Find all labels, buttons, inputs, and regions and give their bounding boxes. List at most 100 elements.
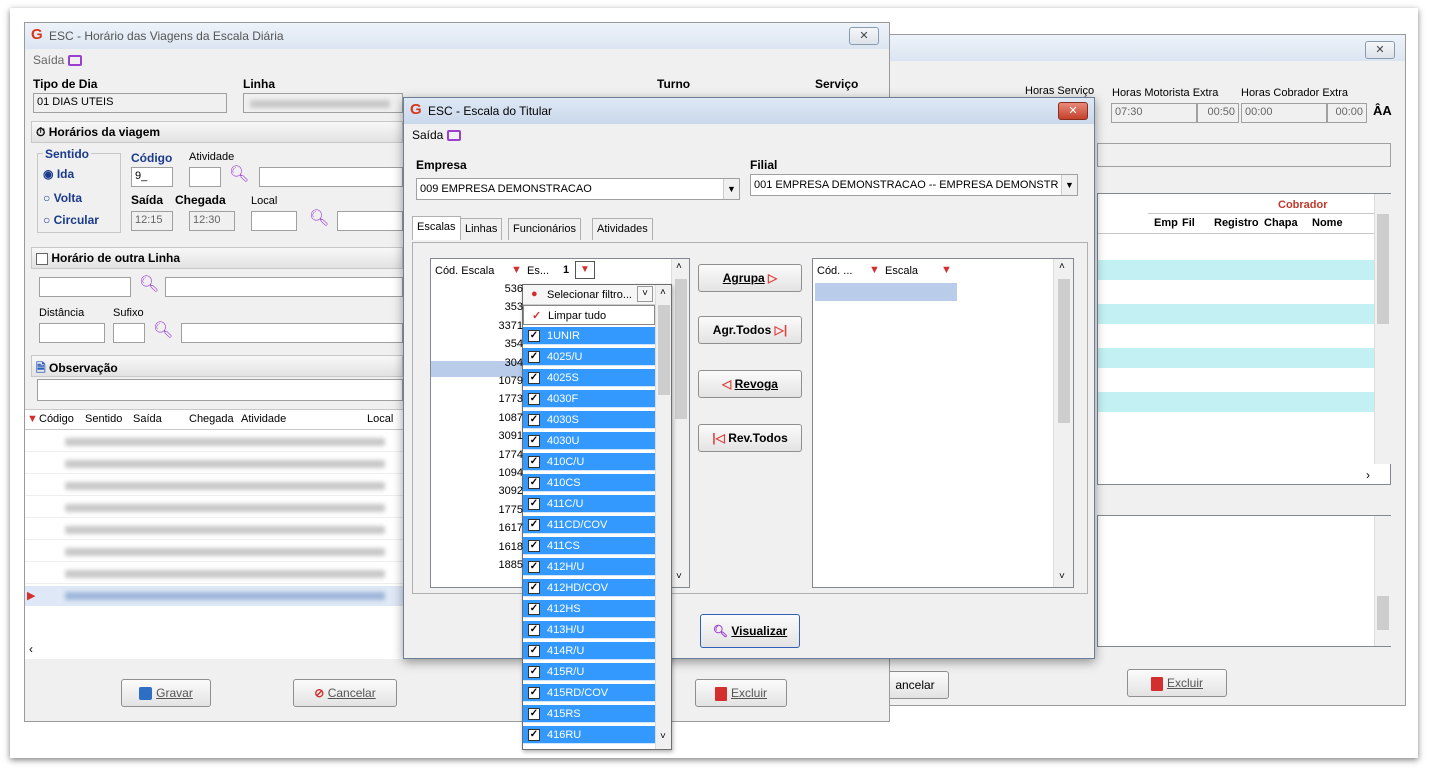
gravar-button[interactable]: Gravar xyxy=(121,679,211,707)
checkbox-checked-icon[interactable]: ✓ xyxy=(528,351,540,363)
col-cod[interactable]: Cód. ... xyxy=(817,265,852,277)
filter-item[interactable]: ✓ 411CS xyxy=(523,537,655,555)
checkbox-checked-icon[interactable]: ✓ xyxy=(528,435,540,447)
viagens-grid[interactable]: ▼ Código Sentido Saída Chegada Atividade… xyxy=(25,409,403,659)
filter-icon[interactable]: ▼ xyxy=(511,264,522,276)
filter-dropdown[interactable]: ● Selecionar filtro... ˅ ✓ Limpar tudo ✓… xyxy=(522,284,672,750)
tab-atividades[interactable]: Atividades xyxy=(592,218,653,240)
selected-escalas-list[interactable]: Cód. ... ▼ Escala ▼ ˄ ˅ xyxy=(812,258,1074,588)
sufixo-search-icon[interactable]: 🔍︎ xyxy=(153,323,173,339)
radio-volta[interactable]: ○ Volta xyxy=(43,191,82,205)
scroll-up-icon[interactable]: ˄ xyxy=(676,261,682,272)
atividade-search-icon[interactable]: 🔍︎ xyxy=(229,167,249,183)
chevron-down-icon[interactable]: ˅ xyxy=(637,286,653,302)
table-row[interactable] xyxy=(25,520,403,540)
col-es[interactable]: Es... xyxy=(527,265,549,277)
filter-item[interactable]: ✓ 410CS xyxy=(523,474,655,492)
tab-funcionarios[interactable]: Funcionários xyxy=(508,218,581,240)
outra-linha-checkbox[interactable] xyxy=(36,252,48,265)
col-escala[interactable]: Escala xyxy=(885,265,918,277)
filter-item[interactable]: ✓ 4025S xyxy=(523,369,655,387)
filter-dropdown-button[interactable]: ▼ xyxy=(575,261,595,279)
rev-todos-button[interactable]: |◁ Rev.Todos xyxy=(698,424,802,452)
sort-arrow-icon[interactable]: ▼ xyxy=(27,413,38,425)
selected-scrollbar[interactable]: ˄ ˅ xyxy=(1053,259,1073,587)
saida-field[interactable]: 12:15 xyxy=(131,211,173,231)
checkbox-checked-icon[interactable]: ✓ xyxy=(528,456,540,468)
observacao-field[interactable] xyxy=(37,379,403,401)
table-row[interactable] xyxy=(1098,304,1374,324)
visualizar-button[interactable]: 🔍︎ Visualizar xyxy=(700,614,800,648)
filter-item[interactable]: ✓ 415R/U xyxy=(523,663,655,681)
horas-motorista-field[interactable]: 07:30 xyxy=(1111,103,1197,123)
dropdown-scrollbar[interactable]: ˄ ˅ xyxy=(655,285,671,749)
table-row[interactable] xyxy=(25,454,403,474)
col-saida[interactable]: Saída xyxy=(133,413,162,425)
scroll-down-icon[interactable]: ˅ xyxy=(660,731,666,742)
escala-code[interactable]: 1618 xyxy=(471,541,523,553)
radio-circular[interactable]: ○ Circular xyxy=(43,213,99,227)
escalas-scrollbar[interactable]: ˄ ˅ xyxy=(671,259,689,587)
col-codigo[interactable]: Código xyxy=(39,413,74,425)
checkbox-checked-icon[interactable]: ✓ xyxy=(528,603,540,615)
table-row[interactable] xyxy=(1098,348,1374,368)
window-left-close-button[interactable]: ✕ xyxy=(849,27,879,45)
agr-todos-button[interactable]: Agr.Todos ▷| xyxy=(698,316,802,344)
escala-code[interactable]: 1087 xyxy=(471,412,523,424)
filter-item[interactable]: ✓ 411CD/COV xyxy=(523,516,655,534)
filter-item[interactable]: ✓ 4030S xyxy=(523,411,655,429)
escala-code[interactable]: 536 xyxy=(471,283,523,295)
filter-item[interactable]: ✓ 415RS xyxy=(523,705,655,723)
filter-item[interactable]: ✓ 412H/U xyxy=(523,558,655,576)
col-atividade[interactable]: Atividade xyxy=(241,413,286,425)
lower-scroll-thumb[interactable] xyxy=(1377,596,1389,630)
escala-code[interactable]: 1079 xyxy=(471,375,523,387)
checkbox-checked-icon[interactable]: ✓ xyxy=(528,414,540,426)
scroll-up-icon[interactable]: ˄ xyxy=(660,287,666,298)
revoga-button[interactable]: ◁ Revoga xyxy=(698,370,802,398)
table-row[interactable] xyxy=(1098,260,1374,280)
selected-empty-row[interactable] xyxy=(815,283,957,301)
filter-item[interactable]: ✓ 4030F xyxy=(523,390,655,408)
radio-ida[interactable]: ◉ Ida xyxy=(43,167,74,181)
selecionar-filtro-item[interactable]: ● Selecionar filtro... ˅ xyxy=(523,285,655,305)
sufixo-field[interactable] xyxy=(113,323,145,343)
empresa-select[interactable]: 009 EMPRESA DEMONSTRACAO ▼ xyxy=(416,178,740,200)
filter-item[interactable]: ✓ 412HD/COV xyxy=(523,579,655,597)
filter-item[interactable]: ✓ 414R/U xyxy=(523,642,655,660)
scroll-down-icon[interactable]: ˅ xyxy=(1059,571,1065,582)
table-row[interactable] xyxy=(25,498,403,518)
outra-linha-field[interactable] xyxy=(39,277,131,297)
scroll-right-icon[interactable]: › xyxy=(1366,468,1370,482)
table-row-selected[interactable]: ▶ xyxy=(25,586,403,606)
escala-code[interactable]: 1774 xyxy=(471,449,523,461)
filter-item[interactable]: ✓ 4030U xyxy=(523,432,655,450)
checkbox-checked-icon[interactable]: ✓ xyxy=(528,561,540,573)
checkbox-checked-icon[interactable]: ✓ xyxy=(528,708,540,720)
filter-item[interactable]: ✓ 410C/U xyxy=(523,453,655,471)
col-chegada[interactable]: Chegada xyxy=(189,413,234,425)
horas-motorista-extra-field[interactable]: 00:50 xyxy=(1197,103,1239,123)
col-local[interactable]: Local xyxy=(367,413,393,425)
outra-linha-search-icon[interactable]: 🔍︎ xyxy=(139,277,159,293)
filter-item[interactable]: ✓ 1UNIR xyxy=(523,327,655,345)
filter-item[interactable]: ✓ 415RD/COV xyxy=(523,684,655,702)
cancelar-button[interactable]: ⊘ Cancelar xyxy=(293,679,397,707)
scroll-down-icon[interactable]: ˅ xyxy=(676,571,682,582)
tab-escalas[interactable]: Escalas xyxy=(412,216,461,240)
linha-field[interactable] xyxy=(243,93,403,113)
filter-item[interactable]: ✓ 413H/U xyxy=(523,621,655,639)
excluir-button[interactable]: Excluir xyxy=(695,679,787,707)
escala-code[interactable]: 1617 xyxy=(471,522,523,534)
checkbox-checked-icon[interactable]: ✓ xyxy=(528,645,540,657)
grid-scroll-thumb[interactable] xyxy=(1377,214,1389,324)
filter-item[interactable]: ✓ 411C/U xyxy=(523,495,655,513)
escala-code[interactable]: 3091 xyxy=(471,430,523,442)
filter-item[interactable]: ✓ 4025/U xyxy=(523,348,655,366)
selected-scroll-thumb[interactable] xyxy=(1058,279,1070,423)
checkbox-checked-icon[interactable]: ✓ xyxy=(528,330,540,342)
dialog-menu-saida[interactable]: Saída xyxy=(412,128,461,142)
checkbox-checked-icon[interactable]: ✓ xyxy=(528,624,540,636)
col-cod-escala[interactable]: Cód. Escala xyxy=(435,265,494,277)
escala-code[interactable]: 3371 xyxy=(471,320,523,332)
